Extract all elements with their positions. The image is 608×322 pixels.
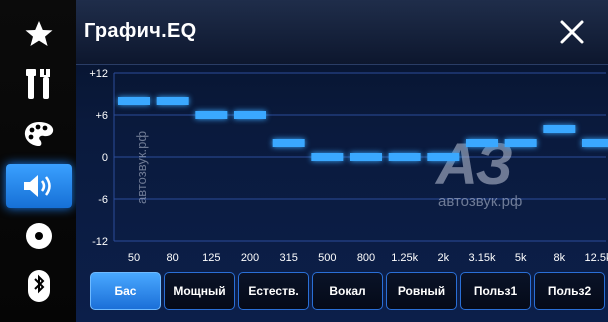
preset-button[interactable]: Ровный: [386, 272, 457, 310]
watermark-vertical-text: автозвук.рф: [134, 131, 149, 204]
bluetooth-icon: [28, 270, 50, 302]
band-label: 125: [202, 252, 220, 264]
eq-x-labels: 50 80 125 200 315 500 800 1.25k 2k 3.15k 5k 8k 12.5k: [128, 252, 608, 264]
eq-band-slider-315[interactable]: [272, 139, 305, 147]
sidebar-item-bluetooth[interactable]: [6, 264, 72, 308]
band-label: 500: [318, 252, 336, 264]
y-tick-label: +12: [89, 68, 108, 80]
y-tick-label: -6: [98, 194, 108, 206]
band-label: 800: [357, 252, 375, 264]
sidebar-item-theme[interactable]: [6, 112, 72, 156]
eq-band-slider-125[interactable]: [195, 111, 228, 119]
tools-icon: [26, 69, 50, 99]
band-label: 50: [128, 252, 140, 264]
preset-button[interactable]: Мощный: [164, 272, 235, 310]
palette-icon: [24, 122, 54, 146]
equalizer-chart: +12+60-6-12 автозвук.рф АЗ автозвук.рф 5…: [89, 68, 608, 264]
eq-band-slider-80[interactable]: [156, 97, 189, 105]
eq-band-slider-500[interactable]: [311, 153, 344, 161]
band-label: 3.15k: [469, 252, 496, 264]
eq-band-slider-2k[interactable]: [427, 153, 460, 161]
preset-button[interactable]: Бас: [90, 272, 161, 310]
eq-band-slider-1.25k[interactable]: [388, 153, 421, 161]
eq-band-slider-50[interactable]: [118, 97, 150, 105]
eq-band-slider-800[interactable]: [350, 153, 382, 161]
band-label: 80: [167, 252, 179, 264]
eq-y-labels: +12 +6 0 -6 -12: [89, 68, 108, 248]
y-tick-label: -12: [92, 236, 108, 248]
speaker-icon: [24, 175, 51, 197]
sidebar-item-favorites[interactable]: [6, 12, 72, 56]
watermark-text: автозвук.рф: [438, 193, 522, 210]
eq-band-slider-3.15k[interactable]: [466, 139, 498, 147]
y-tick-label: 0: [102, 152, 108, 164]
eq-band-slider-12.5k[interactable]: [582, 139, 608, 147]
eq-band-slider-200[interactable]: [234, 111, 266, 119]
band-label: 12.5k: [585, 252, 608, 264]
eq-band-slider-5k[interactable]: [504, 139, 537, 147]
sidebar-item-disc[interactable]: [6, 214, 72, 258]
band-label: 315: [279, 252, 297, 264]
page-title: Графич.EQ: [84, 20, 197, 42]
y-tick-label: +6: [95, 110, 108, 122]
eq-bars: [118, 97, 608, 161]
band-label: 2k: [438, 252, 450, 264]
band-label: 1.25k: [391, 252, 418, 264]
star-icon: [25, 21, 53, 46]
preset-button[interactable]: Польз1: [460, 272, 531, 310]
preset-bar: Бас Мощный Естеств. Вокал Ровный Польз1 Польз2: [90, 272, 605, 310]
preset-button[interactable]: Польз2: [534, 272, 605, 310]
preset-button[interactable]: Естеств.: [238, 272, 309, 310]
band-label: 200: [241, 252, 259, 264]
sidebar-item-sound[interactable]: [6, 164, 72, 208]
close-icon[interactable]: [558, 18, 586, 46]
band-label: 8k: [554, 252, 566, 264]
disc-icon: [26, 223, 52, 249]
eq-band-slider-8k[interactable]: [543, 125, 576, 133]
sidebar-item-settings[interactable]: [6, 62, 72, 106]
preset-button[interactable]: Вокал: [312, 272, 383, 310]
sidebar: [0, 0, 76, 322]
band-label: 5k: [515, 252, 527, 264]
